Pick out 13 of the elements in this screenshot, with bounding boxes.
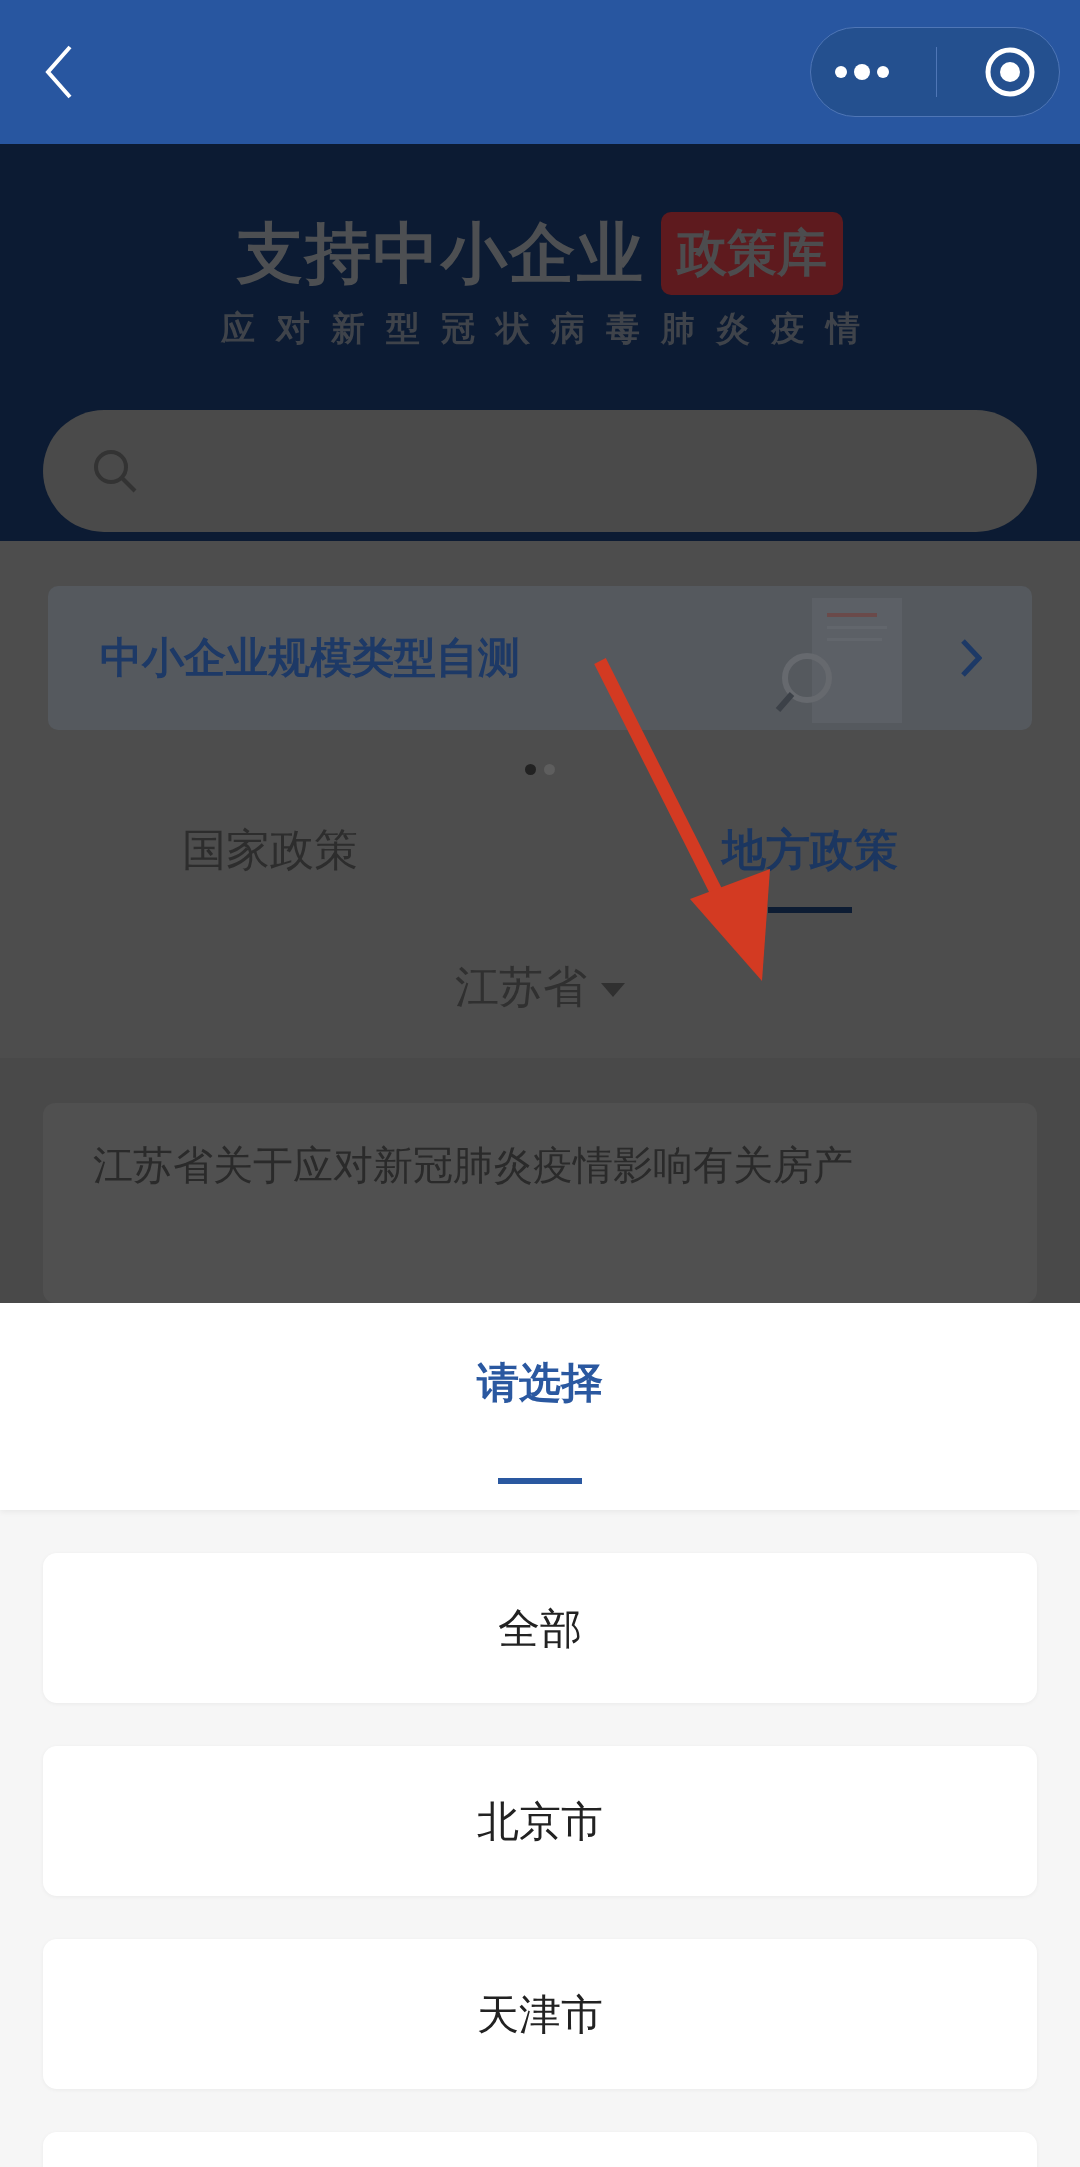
search-icon — [91, 447, 139, 495]
caret-icon — [601, 983, 625, 997]
sheet-title: 请选择 — [477, 1358, 603, 1407]
more-icon[interactable] — [834, 64, 889, 80]
option-button[interactable]: 天津市 — [43, 1939, 1037, 2089]
option-button[interactable]: 全部 — [43, 1553, 1037, 1703]
header-title: 支持中小企业 — [237, 214, 645, 294]
banner[interactable]: 中小企业规模类型自测 — [48, 585, 1032, 730]
option-button[interactable]: 北京市 — [43, 1746, 1037, 1896]
chevron-right-icon — [960, 637, 982, 678]
banner-title: 中小企业规模类型自测 — [100, 632, 520, 685]
back-icon[interactable] — [44, 44, 74, 100]
carousel-dot[interactable] — [525, 764, 536, 775]
